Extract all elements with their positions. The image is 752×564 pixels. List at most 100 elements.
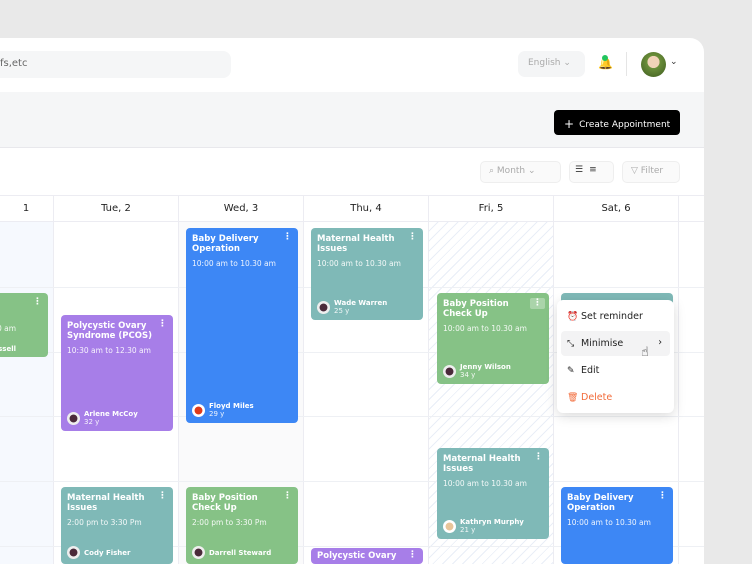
- menu-item-minimise[interactable]: ⤡ Minimise › ☝: [561, 331, 670, 360]
- menu-label: Edit: [581, 365, 600, 376]
- more-options-icon[interactable]: ⋮: [158, 320, 167, 329]
- appointment-card[interactable]: ⋮ Maternal Health Issues 10:00 am to 10.…: [437, 448, 549, 539]
- view-toggle: ☰ ≡: [569, 161, 614, 183]
- chevron-right-icon: ›: [658, 337, 662, 348]
- search-input[interactable]: fs,etc: [0, 51, 231, 78]
- create-appointment-button[interactable]: + Create Appointment: [554, 110, 680, 135]
- more-options-icon[interactable]: ⋮: [283, 492, 292, 501]
- filter-button[interactable]: ▽ Filter: [622, 161, 680, 183]
- appointment-card[interactable]: ⋮ Maternal Health Issues 10:00 am to 10.…: [311, 228, 423, 320]
- compact-view-icon[interactable]: ≡: [589, 165, 597, 175]
- patient: Jenny Wilson 34 y: [443, 363, 511, 379]
- appointment-card[interactable]: ⋮ Baby Delivery Operation 10:00 am to 10…: [561, 487, 673, 564]
- menu-label: Set reminder: [581, 311, 643, 322]
- filter-label: Filter: [640, 166, 664, 176]
- divider: [626, 52, 627, 76]
- language-select[interactable]: English ⌄: [518, 51, 585, 77]
- appointment-title: Baby Delivery Operation: [567, 493, 634, 513]
- more-options-icon[interactable]: ⋮: [33, 298, 42, 307]
- more-options-icon[interactable]: ⋮: [408, 233, 417, 242]
- patient-name: Arlene McCoy: [84, 410, 138, 418]
- patient-avatar: [67, 411, 80, 425]
- patient-avatar: [67, 546, 80, 559]
- more-options-icon[interactable]: ⋮: [283, 233, 292, 242]
- menu-label: Delete: [581, 392, 613, 403]
- patient-name: Jenny Wilson: [460, 363, 511, 371]
- more-options-icon[interactable]: ⋮: [408, 551, 417, 560]
- appointment-title: Maternal Health Issues: [67, 493, 145, 513]
- patient-avatar: [192, 546, 205, 559]
- appointment-card[interactable]: ⋮ Baby Position Check Up 2:00 pm to 3:30…: [186, 487, 298, 564]
- day-header: Fri, 5: [429, 196, 554, 222]
- patient-name: Cody Fisher: [84, 548, 131, 557]
- appointment-title: Polycystic Ovary Syndrome (PCOS): [67, 321, 152, 341]
- more-options-icon[interactable]: ⋮: [530, 298, 545, 309]
- day-header: Wed, 3: [179, 196, 304, 222]
- chevron-down-icon[interactable]: ⌄: [670, 57, 678, 67]
- alarm-icon: ⏰: [567, 312, 579, 322]
- appointment-card[interactable]: ⋮ Maternal Health Issues 2:00 pm to 3:30…: [61, 487, 173, 564]
- day-header: 1: [0, 196, 54, 222]
- patient-name: Darrell Steward: [209, 548, 272, 557]
- view-select-label: Month: [496, 166, 526, 176]
- more-options-icon[interactable]: ⋮: [158, 492, 167, 501]
- day-column[interactable]: [0, 222, 54, 564]
- patient: Darrell Steward: [192, 546, 271, 559]
- appointment-card[interactable]: ⋮ 0 am ssell: [0, 293, 48, 357]
- appointment-title: Maternal Health Issues: [443, 454, 521, 474]
- patient: Floyd Miles 29 y: [192, 402, 254, 418]
- patient-avatar: [443, 519, 456, 533]
- menu-item-set-reminder[interactable]: ⏰ Set reminder: [561, 304, 670, 329]
- search-icon: ⌕: [489, 166, 495, 176]
- patient: Cody Fisher: [67, 546, 131, 559]
- page-header: + Create Appointment: [0, 92, 704, 148]
- patient-age: 29 y: [209, 410, 225, 418]
- appointment-time: 10:00 am to 10.30 am: [317, 259, 401, 268]
- day-header: Sat, 6: [554, 196, 679, 222]
- day-header: Tue, 2: [54, 196, 179, 222]
- appointment-title: Polycystic Ovary: [317, 551, 397, 561]
- day-header: Thu, 4: [304, 196, 429, 222]
- row-line: [0, 481, 704, 482]
- appointment-title: Baby Position Check Up: [443, 299, 509, 319]
- appointment-card[interactable]: ⋮ Polycystic Ovary: [311, 548, 423, 564]
- profile-avatar[interactable]: [641, 52, 666, 77]
- context-menu: ⏰ Set reminder ⤡ Minimise › ☝ ✎ Edit 🗑 Delete: [557, 300, 674, 413]
- more-options-icon[interactable]: ⋮: [534, 453, 543, 462]
- appointment-time: 10:00 am to 10.30 am: [192, 259, 276, 268]
- plus-icon: +: [564, 117, 575, 131]
- patient-avatar: [443, 364, 456, 378]
- patient-avatar: [192, 403, 205, 417]
- patient-avatar: [317, 300, 330, 314]
- more-options-icon[interactable]: ⋮: [658, 492, 667, 501]
- appointment-card[interactable]: ⋮ Baby Delivery Operation 10:00 am to 10…: [186, 228, 298, 423]
- top-bar: fs,etc English ⌄ 🔔 ⌄: [0, 38, 704, 92]
- appointment-card[interactable]: ⋮ Baby Position Check Up 10:00 am to 10.…: [437, 293, 549, 384]
- view-select[interactable]: ⌕ Month ⌄: [480, 161, 561, 183]
- app-panel: fs,etc English ⌄ 🔔 ⌄ + Create Appointment…: [0, 38, 704, 564]
- appointment-time: 10:00 am to 10.30 am: [443, 324, 527, 333]
- menu-item-delete[interactable]: 🗑 Delete: [561, 385, 670, 410]
- patient-name: Wade Warren: [334, 299, 388, 307]
- appointment-title: Baby Delivery Operation: [192, 234, 259, 254]
- notification-dot: [602, 55, 608, 61]
- list-view-icon[interactable]: ☰: [575, 165, 583, 175]
- day-header-row: 1 Tue, 2 Wed, 3 Thu, 4 Fri, 5 Sat, 6: [0, 195, 704, 222]
- appointment-time: 2:00 pm to 3:30 Pm: [192, 518, 267, 527]
- patient: Arlene McCoy 32 y: [67, 410, 138, 426]
- patient: Wade Warren 25 y: [317, 299, 387, 315]
- patient-age: 21 y: [460, 526, 476, 534]
- menu-item-edit[interactable]: ✎ Edit: [561, 358, 670, 383]
- patient: Kathryn Murphy 21 y: [443, 518, 524, 534]
- appointment-time: 10:00 am to 10.30 am: [443, 479, 527, 488]
- minimise-icon: ⤡: [567, 339, 575, 349]
- appointment-title: Maternal Health Issues: [317, 234, 395, 254]
- notification-bell-icon[interactable]: 🔔: [598, 55, 613, 70]
- appointment-title: Baby Position Check Up: [192, 493, 258, 513]
- appointment-time: 10:30 am to 12.30 am: [67, 346, 151, 355]
- language-label: English: [528, 58, 561, 68]
- appointment-card[interactable]: ⋮ Polycystic Ovary Syndrome (PCOS) 10:30…: [61, 315, 173, 431]
- edit-icon: ✎: [567, 366, 575, 376]
- create-appointment-label: Create Appointment: [579, 120, 671, 130]
- patient-age: 25 y: [334, 307, 350, 315]
